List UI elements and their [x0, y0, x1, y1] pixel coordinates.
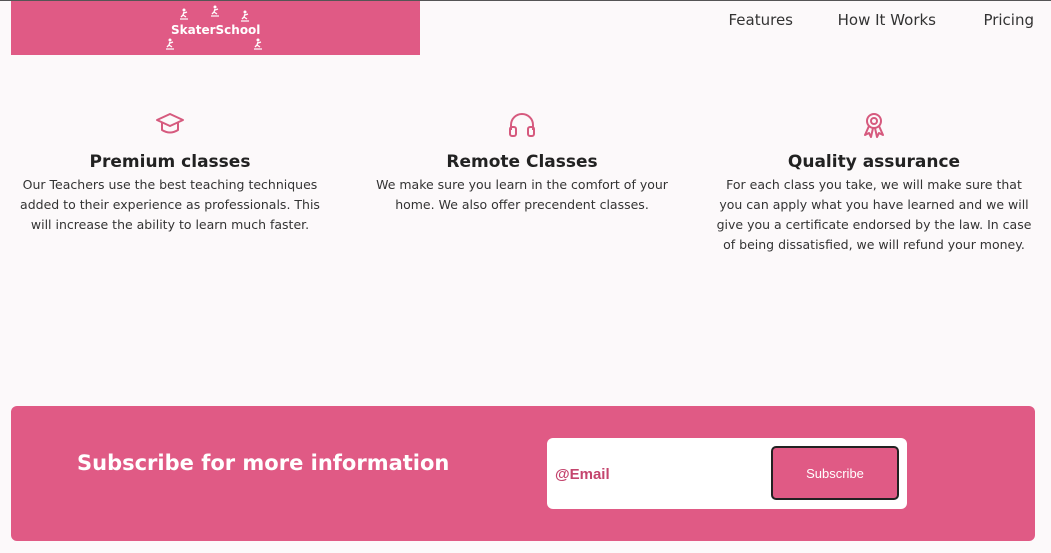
feature-title: Quality assurance [787, 152, 961, 172]
skater-icon [164, 38, 176, 50]
feature-card: Premium classes Our Teachers use the bes… [10, 112, 330, 235]
nav-item-pricing[interactable]: Pricing [983, 11, 1034, 29]
skater-icon [209, 5, 221, 17]
feature-card: Quality assurance For each class you tak… [714, 112, 1034, 255]
email-input[interactable] [553, 462, 757, 486]
nav-item-features[interactable]: Features [729, 11, 794, 29]
award-ribbon-icon [714, 112, 1034, 140]
nav-item-how-it-works[interactable]: How It Works [838, 11, 936, 29]
feature-title: Premium classes [89, 152, 251, 172]
brand-name: SkaterSchool [171, 23, 261, 37]
feature-text: We make sure you learn in the comfort of… [376, 177, 668, 212]
headphones-icon [362, 112, 682, 140]
skater-icon [252, 38, 264, 50]
logo[interactable]: SkaterSchool [11, 1, 420, 55]
feature-title: Remote Classes [446, 152, 598, 172]
subscribe-heading: Subscribe for more information [77, 451, 450, 475]
feature-text: For each class you take, we will make su… [716, 177, 1032, 252]
subscribe-form: Subscribe [547, 438, 907, 509]
feature-text: Our Teachers use the best teaching techn… [20, 177, 320, 232]
graduation-cap-icon [10, 112, 330, 140]
skater-icon [178, 8, 190, 20]
subscribe-button[interactable]: Subscribe [771, 446, 899, 500]
subscribe-banner: Subscribe for more information Subscribe [11, 406, 1035, 541]
skater-icon [239, 10, 251, 22]
feature-card: Remote Classes We make sure you learn in… [362, 112, 682, 215]
